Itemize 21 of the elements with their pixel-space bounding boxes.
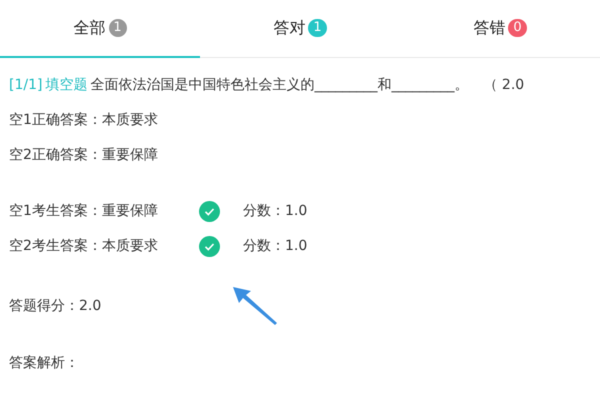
count-badge: 1 — [308, 19, 327, 37]
correct-answer: 空2正确答案：重要保障 — [9, 146, 159, 165]
student-answer: 空1考生答案：重要保障 — [9, 202, 159, 221]
question-type: 填空题 — [45, 77, 88, 93]
question-index: [1/1] — [9, 77, 42, 93]
tab[interactable]: 答错 0 — [400, 0, 600, 58]
correct-answer: 空1正确答案：本质要求 — [9, 111, 159, 130]
total-score: 答题得分：2.0 — [9, 297, 102, 316]
tab-label: 答对 — [273, 18, 306, 38]
tab-label: 全部 — [74, 18, 106, 38]
analysis-label: 答案解析： — [9, 354, 80, 373]
question-text: 全面依法治国是中国特色社会主义的_________和_________。 — [90, 77, 468, 93]
answer-score: 分数：1.0 — [243, 237, 308, 256]
tab[interactable]: 答对 1 — [200, 0, 400, 58]
count-badge: 1 — [108, 19, 126, 37]
tab-label: 答错 — [473, 18, 506, 38]
student-answer: 空2考生答案：本质要求 — [9, 237, 159, 256]
count-badge: 0 — [508, 19, 527, 37]
answer-score: 分数：1.0 — [243, 202, 308, 221]
tab[interactable]: 全部 1 — [0, 0, 200, 58]
question-score: （ 2.0 — [483, 77, 524, 93]
